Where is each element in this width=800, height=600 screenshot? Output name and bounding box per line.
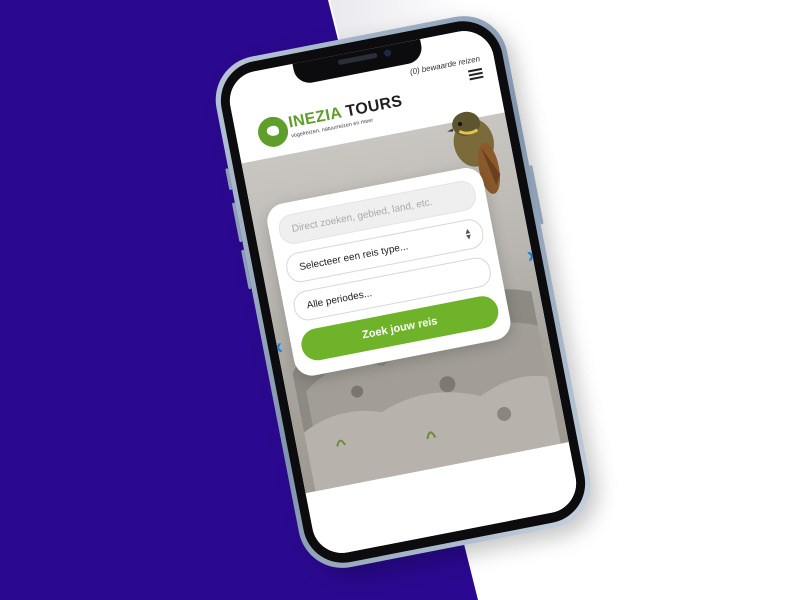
chevron-updown-icon: ▲ ▼ xyxy=(462,225,474,243)
trip-type-select-label: Selecteer een reis type... xyxy=(298,240,410,273)
bird-logo-icon xyxy=(255,114,291,150)
speaker xyxy=(337,52,378,66)
hamburger-icon[interactable] xyxy=(467,67,484,81)
logo-name-part2: TOURS xyxy=(344,92,404,121)
period-select-label: Alle periodes... xyxy=(305,287,373,311)
camera xyxy=(383,48,392,58)
